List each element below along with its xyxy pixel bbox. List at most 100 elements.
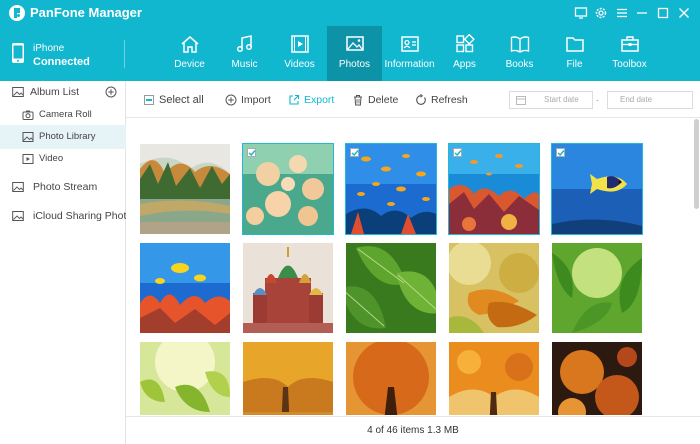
- photo-stream-label: Photo Stream: [33, 181, 98, 193]
- photo-thumb[interactable]: [552, 342, 642, 415]
- play-icon: [22, 153, 34, 165]
- video-icon: [289, 34, 311, 54]
- book-icon: [509, 34, 531, 54]
- device-status: Connected: [33, 56, 90, 68]
- photo-thumb[interactable]: [140, 243, 230, 333]
- photo-thumb-selected[interactable]: [345, 143, 437, 235]
- photo-thumb[interactable]: [346, 243, 436, 333]
- phone-icon: [11, 42, 25, 64]
- device-name: iPhone: [33, 43, 65, 54]
- photo-thumb[interactable]: [243, 243, 333, 333]
- photo-library-label: Photo Library: [39, 131, 96, 142]
- photo-checkbox-checked[interactable]: [556, 148, 565, 157]
- import-button[interactable]: Import: [225, 93, 271, 107]
- photo-stream-icon: [12, 181, 24, 193]
- photo-thumb[interactable]: [243, 342, 333, 415]
- nav-toolbox[interactable]: Toolbox: [602, 26, 657, 81]
- end-date-placeholder: End date: [620, 95, 653, 104]
- export-label: Export: [304, 94, 335, 106]
- delete-button[interactable]: Delete: [352, 93, 398, 107]
- date-separator: -: [596, 95, 599, 105]
- device-panel[interactable]: iPhone Connected: [0, 26, 126, 81]
- refresh-label: Refresh: [431, 94, 468, 106]
- nav-apps-label: Apps: [453, 59, 476, 70]
- sidebar-album-list[interactable]: Album List: [0, 81, 126, 105]
- photo-thumb[interactable]: [449, 243, 539, 333]
- sidebar-item-video[interactable]: Video: [0, 147, 126, 171]
- photo-thumb[interactable]: [140, 342, 230, 415]
- status-bar: 4 of 46 items 1.3 MB: [126, 416, 700, 444]
- photo-checkbox-checked[interactable]: [247, 148, 256, 157]
- close-icon[interactable]: [676, 5, 692, 21]
- nav-information-label: Information: [384, 59, 435, 70]
- start-date-placeholder: Start date: [544, 95, 579, 104]
- maximize-icon[interactable]: [655, 5, 671, 21]
- nav-videos[interactable]: Videos: [272, 26, 327, 81]
- sidebar-item-camera-roll[interactable]: Camera Roll: [0, 103, 126, 127]
- photo-checkbox-checked[interactable]: [453, 148, 462, 157]
- photo-thumb[interactable]: [346, 342, 436, 415]
- nav-file[interactable]: File: [547, 26, 602, 81]
- icloud-photo-icon: [12, 210, 24, 222]
- export-icon: [289, 94, 300, 105]
- photo-thumb[interactable]: [140, 144, 230, 234]
- nav-music-label: Music: [231, 59, 258, 70]
- refresh-button[interactable]: Refresh: [415, 93, 468, 107]
- delete-label: Delete: [368, 94, 399, 106]
- header-divider: [124, 40, 125, 68]
- sidebar: Album List Camera Roll Photo Library Vid…: [0, 81, 132, 444]
- nav-apps[interactable]: Apps: [437, 26, 492, 81]
- feedback-icon[interactable]: [573, 5, 589, 21]
- trash-icon: [354, 95, 362, 106]
- minimize-icon[interactable]: [634, 5, 650, 21]
- nav-photos-label: Photos: [338, 59, 371, 70]
- toolbox-icon: [619, 34, 641, 54]
- nav-photos[interactable]: Photos: [327, 26, 382, 81]
- nav-file-label: File: [566, 59, 583, 70]
- photo-thumb-selected[interactable]: [448, 143, 540, 235]
- photo-thumb[interactable]: [552, 243, 642, 333]
- contact-card-icon: [399, 34, 421, 54]
- nav-books[interactable]: Books: [492, 26, 547, 81]
- camera-roll-label: Camera Roll: [39, 109, 92, 120]
- sidebar-item-photo-library[interactable]: Photo Library: [0, 125, 126, 149]
- photo-thumb-selected[interactable]: [551, 143, 643, 235]
- export-button[interactable]: Export: [288, 93, 334, 107]
- apps-icon: [454, 33, 476, 54]
- image-icon: [22, 131, 34, 143]
- nav-device[interactable]: Device: [162, 26, 217, 81]
- nav-videos-label: Videos: [284, 59, 315, 70]
- menu-icon[interactable]: [614, 5, 630, 21]
- refresh-icon: [416, 94, 426, 105]
- icloud-sharing-label: iCloud Sharing Photo: [33, 210, 133, 222]
- sidebar-icloud-sharing[interactable]: iCloud Sharing Photo: [0, 205, 132, 229]
- app-header: PanFone Manager iPhone Connected Device …: [0, 0, 700, 81]
- settings-gear-icon[interactable]: [593, 5, 609, 21]
- photo-icon: [344, 34, 366, 54]
- selection-status: 4 of 46 items 1.3 MB: [367, 425, 459, 436]
- photo-toolbar: Select all Import Export Delete Refresh …: [126, 81, 700, 118]
- album-icon: [12, 86, 24, 98]
- photo-thumb-selected[interactable]: [242, 143, 334, 235]
- photo-checkbox-checked[interactable]: [350, 148, 359, 157]
- video-label: Video: [39, 153, 64, 164]
- nav-device-label: Device: [174, 59, 205, 70]
- sidebar-photo-stream[interactable]: Photo Stream: [0, 176, 126, 200]
- calendar-icon[interactable]: [516, 95, 526, 105]
- app-title: PanFone Manager: [30, 5, 142, 20]
- panfone-logo-icon: [8, 4, 26, 22]
- photo-thumb[interactable]: [449, 342, 539, 415]
- add-album-icon[interactable]: [105, 86, 117, 98]
- music-icon: [234, 34, 256, 54]
- select-all-label: Select all: [159, 94, 204, 106]
- nav-music[interactable]: Music: [217, 26, 272, 81]
- nav-books-label: Books: [505, 59, 534, 70]
- grid-scrollbar[interactable]: [694, 119, 699, 209]
- album-list-label: Album List: [30, 86, 80, 98]
- end-date-field[interactable]: End date: [607, 91, 693, 109]
- select-all-checkbox[interactable]: Select all: [144, 93, 204, 107]
- nav-information[interactable]: Information: [382, 26, 437, 81]
- nav-toolbox-label: Toolbox: [612, 59, 647, 70]
- main-nav: Device Music Videos Photos Information A…: [162, 26, 657, 81]
- title-bar: PanFone Manager: [0, 0, 700, 26]
